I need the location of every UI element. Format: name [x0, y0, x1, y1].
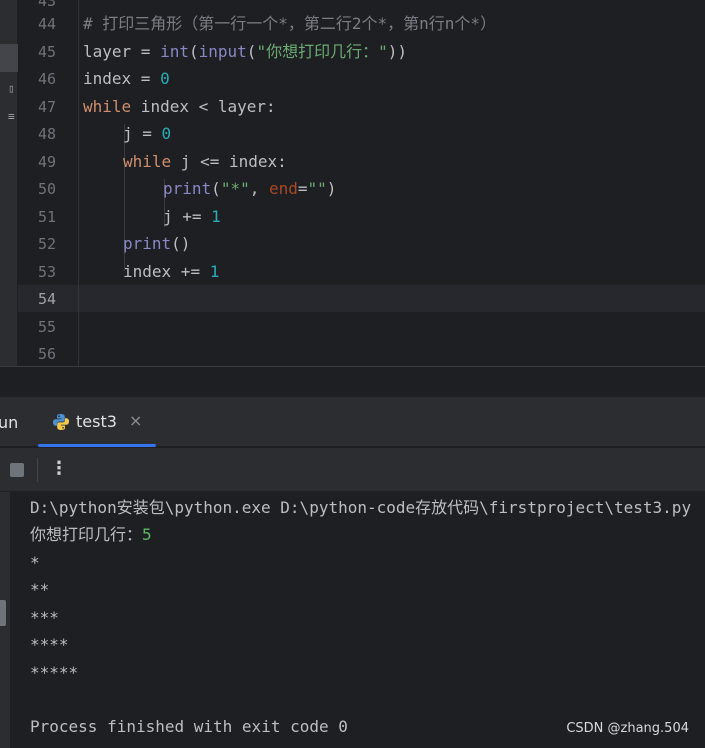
current-line-highlight	[18, 285, 705, 312]
console-output-line: ****	[30, 635, 69, 654]
code-number: 0	[160, 69, 170, 88]
console-output[interactable]: D:\python安装包\python.exe D:\python-code存放…	[0, 492, 705, 748]
stop-icon[interactable]	[10, 463, 24, 477]
code-token: j	[163, 207, 173, 226]
line-number: 43	[37, 0, 56, 10]
line-number: 47	[37, 98, 56, 116]
close-icon[interactable]: ×	[129, 411, 142, 430]
toolbar-separator	[37, 458, 38, 482]
run-tool-window-title: un	[0, 413, 19, 432]
tool-strip-icon-structure[interactable]: ▯	[8, 83, 15, 95]
gutter-divider	[78, 0, 79, 367]
code-token: ))	[387, 42, 407, 61]
code-line-45[interactable]: layer = int(input("你想打印几行："))	[83, 42, 407, 62]
code-token: j <= index:	[171, 152, 287, 171]
code-token: ()	[171, 234, 191, 253]
code-line-47[interactable]: while index < layer:	[83, 97, 276, 117]
line-number: 51	[37, 208, 56, 226]
code-token: +=	[171, 262, 210, 281]
code-token: j	[123, 124, 133, 143]
tool-strip-icon-list[interactable]: ≡	[8, 111, 15, 123]
code-comment: # 打印三角形（第一行一个*，第二行2个*，第n行n个*）	[83, 14, 497, 33]
code-number: 0	[161, 124, 172, 143]
line-number: 55	[37, 318, 56, 336]
console-prompt-line: 你想打印几行：5	[30, 525, 152, 545]
project-tool-strip: ▯ ≡	[0, 0, 18, 367]
code-token: =	[132, 124, 162, 143]
code-string: "*"	[220, 179, 250, 198]
code-token: index	[83, 69, 132, 88]
panel-splitter[interactable]	[0, 367, 705, 397]
code-line-49[interactable]: while j <= index:	[123, 152, 287, 172]
code-editor[interactable]: ▯ ≡ 43 44 45 46 47 48 49 50 51 52 53 54 …	[0, 0, 705, 367]
tool-strip-selected[interactable]	[0, 44, 18, 72]
line-number: 52	[37, 235, 56, 253]
code-token: (	[211, 179, 221, 198]
code-token: (	[188, 42, 199, 61]
code-line-53[interactable]: index += 1	[123, 262, 219, 282]
code-token: index < layer:	[131, 97, 276, 116]
console-side-strip	[0, 492, 10, 748]
more-options-icon[interactable]: ⋮	[50, 458, 68, 480]
code-token: )	[326, 179, 337, 198]
console-command: D:\python安装包\python.exe D:\python-code存放…	[30, 498, 692, 517]
code-token: =	[131, 69, 161, 88]
code-token: (	[246, 42, 257, 61]
code-line-50[interactable]: print("*", end="")	[163, 179, 336, 199]
code-keyword: while	[83, 97, 132, 116]
code-token: layer	[83, 42, 132, 61]
tab-test3[interactable]: test3 ×	[38, 397, 156, 447]
console-prompt: 你想打印几行：	[30, 525, 143, 544]
line-number-current: 54	[37, 290, 56, 308]
line-number: 56	[37, 345, 56, 363]
code-line-52[interactable]: print()	[123, 234, 190, 254]
console-output-line: ***	[30, 608, 59, 627]
code-keyword: while	[123, 152, 172, 171]
line-number-gutter: 43 44 45 46 47 48 49 50 51 52 53 54 55 5…	[18, 0, 60, 367]
line-number: 50	[37, 180, 56, 198]
line-number: 45	[37, 43, 56, 61]
code-parameter: end	[268, 179, 298, 198]
code-token: +=	[172, 207, 212, 226]
code-token: =	[297, 179, 308, 198]
code-token: =	[131, 42, 161, 61]
code-builtin: print	[163, 179, 212, 198]
line-number: 46	[37, 70, 56, 88]
code-line-46[interactable]: index = 0	[83, 69, 170, 89]
code-builtin: int	[160, 42, 189, 61]
line-number: 44	[37, 15, 56, 33]
console-output-line: **	[30, 580, 50, 599]
run-tool-window-header: un test3 ×	[0, 397, 705, 447]
code-number: 1	[211, 207, 221, 226]
code-number: 1	[209, 262, 220, 281]
console-output-line: *****	[30, 663, 79, 682]
console-finish-line: Process finished with exit code 0	[30, 717, 348, 736]
code-line-48[interactable]: j = 0	[123, 124, 171, 144]
code-builtin: input	[198, 42, 247, 61]
line-number: 48	[37, 125, 56, 143]
code-token: index	[123, 262, 172, 281]
code-token: ,	[249, 179, 269, 198]
code-string: "你想打印几行："	[256, 42, 388, 61]
console-output-line: *	[30, 553, 40, 572]
code-builtin: print	[123, 234, 172, 253]
run-toolbar: ⋮	[0, 448, 705, 492]
line-number: 49	[37, 153, 56, 171]
python-icon	[53, 414, 69, 430]
code-string: ""	[307, 179, 327, 198]
watermark: CSDN @zhang.504	[566, 721, 689, 736]
active-tab-indicator	[38, 444, 156, 447]
console-side-selected[interactable]	[0, 600, 6, 626]
console-command-line: D:\python安装包\python.exe D:\python-code存放…	[30, 498, 691, 518]
line-number: 53	[37, 263, 56, 281]
code-line-51[interactable]: j += 1	[163, 207, 221, 227]
code-line-44[interactable]: # 打印三角形（第一行一个*，第二行2个*，第n行n个*）	[83, 14, 496, 34]
console-input-value: 5	[142, 525, 152, 544]
tab-label: test3	[76, 412, 117, 431]
